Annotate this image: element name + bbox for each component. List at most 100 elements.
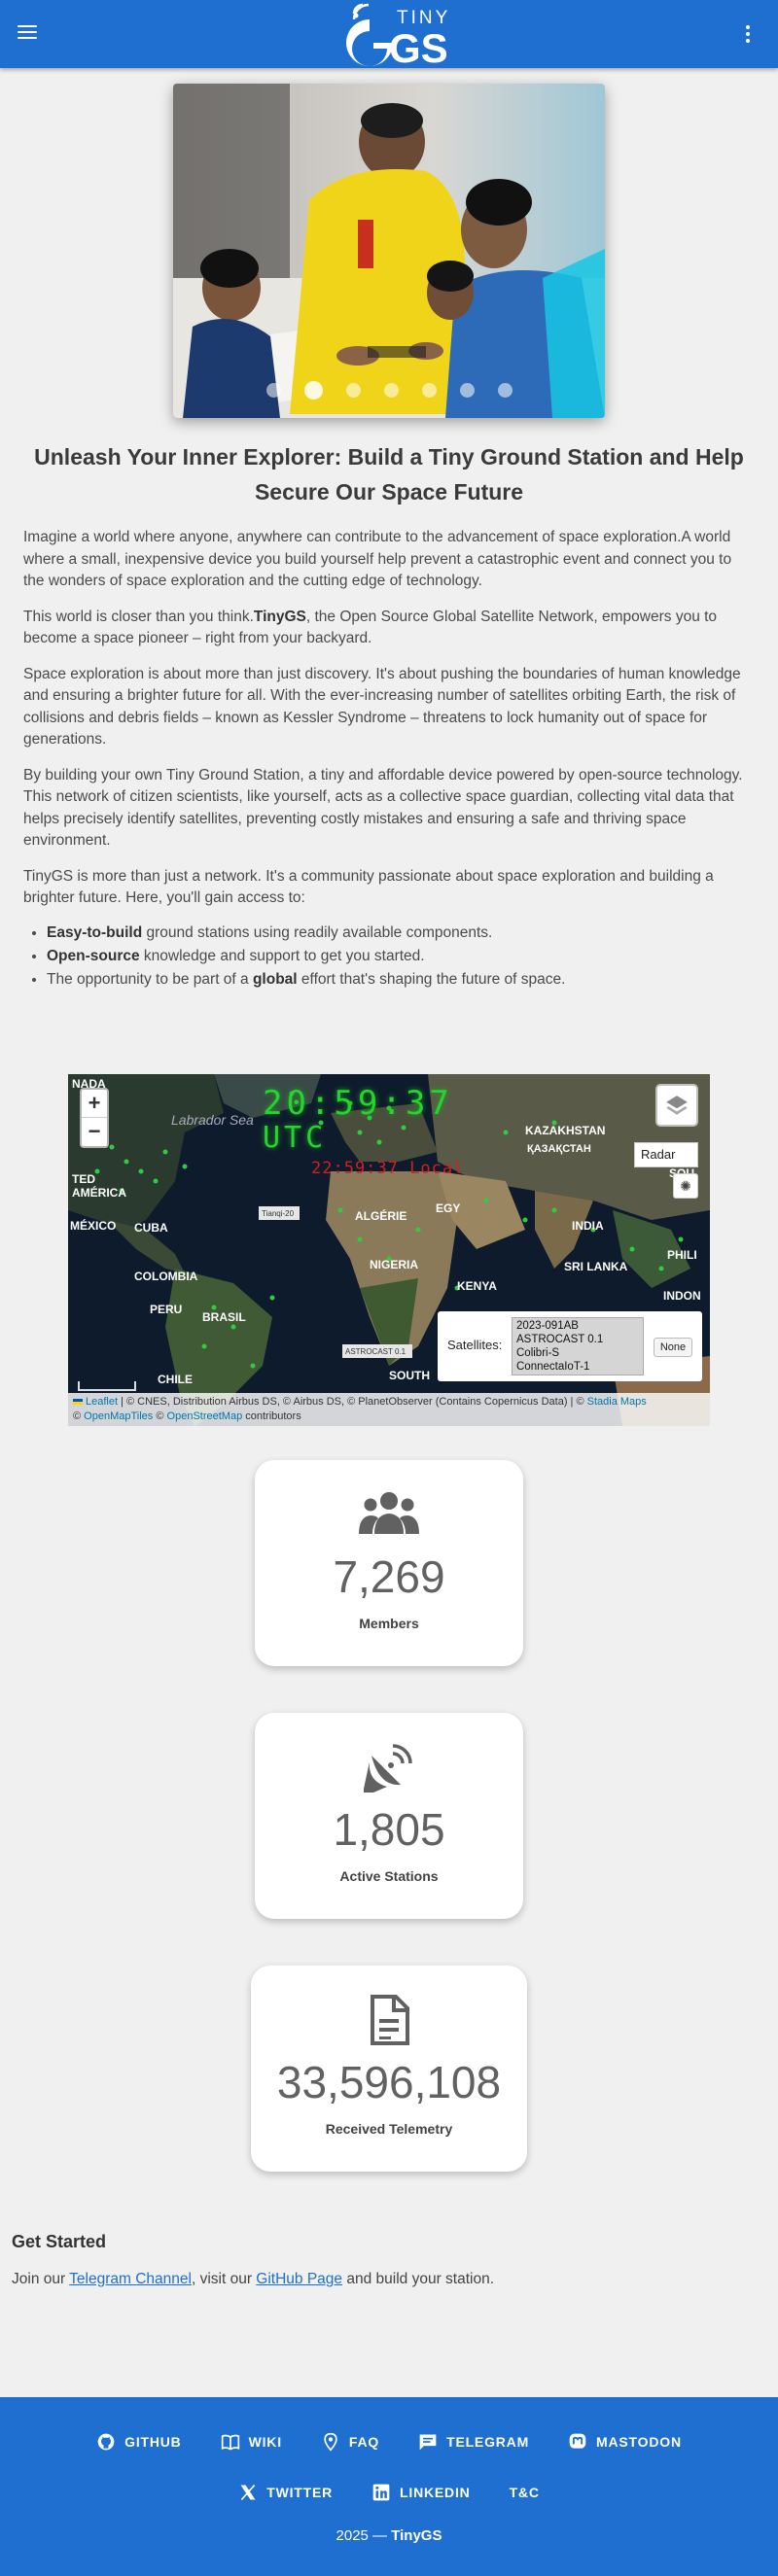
benefits-list: Easy-to-build ground stations using read… <box>23 922 755 992</box>
local-clock: 22:59:37 Local <box>311 1159 465 1178</box>
carousel-dot[interactable] <box>497 383 513 398</box>
chat-icon <box>419 2434 437 2451</box>
zoom-control: + − <box>80 1088 109 1148</box>
document-icon <box>371 1995 409 2045</box>
stadia-link[interactable]: Stadia Maps <box>587 1396 647 1408</box>
map-label: ALGÉRIE <box>355 1208 407 1223</box>
map-label: AMÉRICA <box>72 1185 126 1200</box>
more-vert-icon[interactable] <box>743 21 753 47</box>
zoom-in-button[interactable]: + <box>82 1090 107 1118</box>
footer: GITHUB WIKI FAQ TELEGRAM MASTODON TWITTE… <box>0 2397 778 2576</box>
hero-photo <box>173 84 605 418</box>
carousel-dot[interactable] <box>383 383 399 398</box>
linkedin-link[interactable]: LINKEDIN <box>352 2483 490 2502</box>
map-label: COLOMBIA <box>134 1270 198 1283</box>
active-stations-count: 1,805 <box>333 1804 445 1855</box>
carousel-dot[interactable] <box>459 383 475 398</box>
get-started-title: Get Started <box>12 2232 107 2251</box>
map-label: KAZAKHSTAN <box>525 1124 605 1137</box>
members-count: 7,269 <box>333 1551 445 1602</box>
map-label: INDIA <box>572 1219 604 1233</box>
map-label: NIGERIA <box>370 1258 418 1271</box>
map-label: PERU <box>150 1303 182 1316</box>
map-label: CHILE <box>158 1373 193 1386</box>
map-label: SOUTH <box>389 1369 430 1382</box>
satellite-option[interactable]: 2023-091AB <box>516 1319 639 1333</box>
telemetry-card: 33,596,108 Received Telemetry <box>251 1966 527 2172</box>
footer-links-row: GITHUB WIKI FAQ TELEGRAM MASTODON <box>0 2432 778 2452</box>
satellite-map[interactable]: NADA TED AMÉRICA MÉXICO CUBA COLOMBIA PE… <box>68 1074 710 1426</box>
paragraph: This world is closer than you think.Tiny… <box>23 608 718 647</box>
satellite-tag: ASTROCAST 0.1 <box>345 1347 407 1356</box>
leaflet-link[interactable]: Leaflet <box>73 1396 118 1408</box>
map-label: SRI LANKA <box>564 1260 628 1273</box>
mastodon-icon <box>569 2433 586 2449</box>
map-label: KENYA <box>457 1279 497 1293</box>
footer-links-row: TWITTER LINKEDIN T&C <box>0 2483 778 2502</box>
openstreetmap-link[interactable]: OpenStreetMap <box>167 1410 243 1422</box>
map-label: TED <box>72 1172 95 1186</box>
radar-button[interactable]: Radar <box>634 1142 698 1167</box>
utc-label: UTC <box>263 1121 328 1155</box>
github-link[interactable]: GITHUB <box>77 2432 200 2452</box>
none-button[interactable]: None <box>654 1338 692 1357</box>
paragraph: Space exploration is about more than jus… <box>23 665 741 748</box>
faq-link[interactable]: FAQ <box>301 2432 399 2452</box>
openmaptiles-link[interactable]: OpenMapTiles <box>84 1410 153 1422</box>
satellite-tag: Tianqi-20 <box>262 1209 295 1218</box>
satellites-label: Satellites: <box>447 1338 503 1352</box>
map-scale <box>78 1381 136 1391</box>
carousel-dot[interactable] <box>265 383 281 398</box>
list-item: Open-source knowledge and support to get… <box>47 945 755 968</box>
layers-button[interactable] <box>655 1084 698 1127</box>
github-icon <box>97 2433 115 2451</box>
github-page-link[interactable]: GitHub Page <box>256 2271 342 2287</box>
satellite-option[interactable]: ConnectaIoT-1 <box>516 1360 639 1374</box>
map-label: INDON <box>663 1289 701 1303</box>
group-icon <box>359 1492 419 1534</box>
mastodon-link[interactable]: MASTODON <box>548 2432 701 2452</box>
carousel-dot[interactable] <box>345 383 361 398</box>
zoom-out-button[interactable]: − <box>82 1118 107 1146</box>
paragraph: TinyGS is more than just a network. It's… <box>23 867 714 907</box>
hero-carousel[interactable] <box>173 84 605 418</box>
wiki-link[interactable]: WIKI <box>201 2432 301 2452</box>
tinygs-logo[interactable]: TINY GS <box>340 2 457 71</box>
telemetry-label: Received Telemetry <box>325 2121 453 2137</box>
layers-icon <box>666 1096 688 1115</box>
get-started-text: Join our Telegram Channel, visit our Git… <box>12 2271 495 2287</box>
terms-link[interactable]: T&C <box>490 2483 559 2502</box>
satellite-dish-icon <box>364 1744 412 1793</box>
carousel-indicators <box>173 381 605 400</box>
twitter-link[interactable]: TWITTER <box>219 2483 352 2502</box>
map-label: ҚАЗАҚСТАН <box>527 1143 591 1155</box>
satellite-option[interactable]: ASTROCAST 0.1 <box>516 1333 639 1346</box>
map-label: BRASIL <box>202 1310 246 1324</box>
map-label: CUBA <box>134 1221 168 1235</box>
map-label: PHILI <box>667 1248 697 1262</box>
utc-clock: 20:59:37 <box>263 1084 453 1123</box>
telegram-channel-link[interactable]: Telegram Channel <box>69 2271 192 2287</box>
copyright: 2025 — TinyGS <box>336 2527 442 2544</box>
map-label: EGY <box>436 1201 460 1215</box>
carousel-dot[interactable] <box>421 383 437 398</box>
menu-icon[interactable] <box>16 21 39 45</box>
linkedin-icon <box>372 2484 390 2501</box>
active-stations-card: 1,805 Active Stations <box>255 1713 523 1919</box>
carousel-dot-active[interactable] <box>303 381 323 400</box>
satellite-option[interactable]: Colibri-S <box>516 1346 639 1360</box>
satellite-select-list[interactable]: 2023-091AB ASTROCAST 0.1 Colibri-S Conne… <box>512 1317 644 1375</box>
intro-text: Imagine a world where anyone, anywhere c… <box>23 527 755 992</box>
x-icon <box>240 2484 256 2501</box>
members-card: 7,269 Members <box>255 1460 523 1666</box>
satellite-filter-panel: Satellites: 2023-091AB ASTROCAST 0.1 Col… <box>438 1311 702 1381</box>
active-stations-label: Active Stations <box>339 1868 439 1884</box>
members-label: Members <box>359 1616 419 1631</box>
list-item: Easy-to-build ground stations using read… <box>47 922 755 945</box>
telegram-link[interactable]: TELEGRAM <box>399 2432 548 2452</box>
pin-icon <box>324 2432 337 2452</box>
radar-toggle-icon[interactable]: ✺ <box>673 1173 698 1199</box>
list-item: The opportunity to be part of a global e… <box>47 968 755 992</box>
app-bar: TINY GS <box>0 0 778 71</box>
map-attribution: Leaflet | © CNES, Distribution Airbus DS… <box>68 1393 710 1426</box>
